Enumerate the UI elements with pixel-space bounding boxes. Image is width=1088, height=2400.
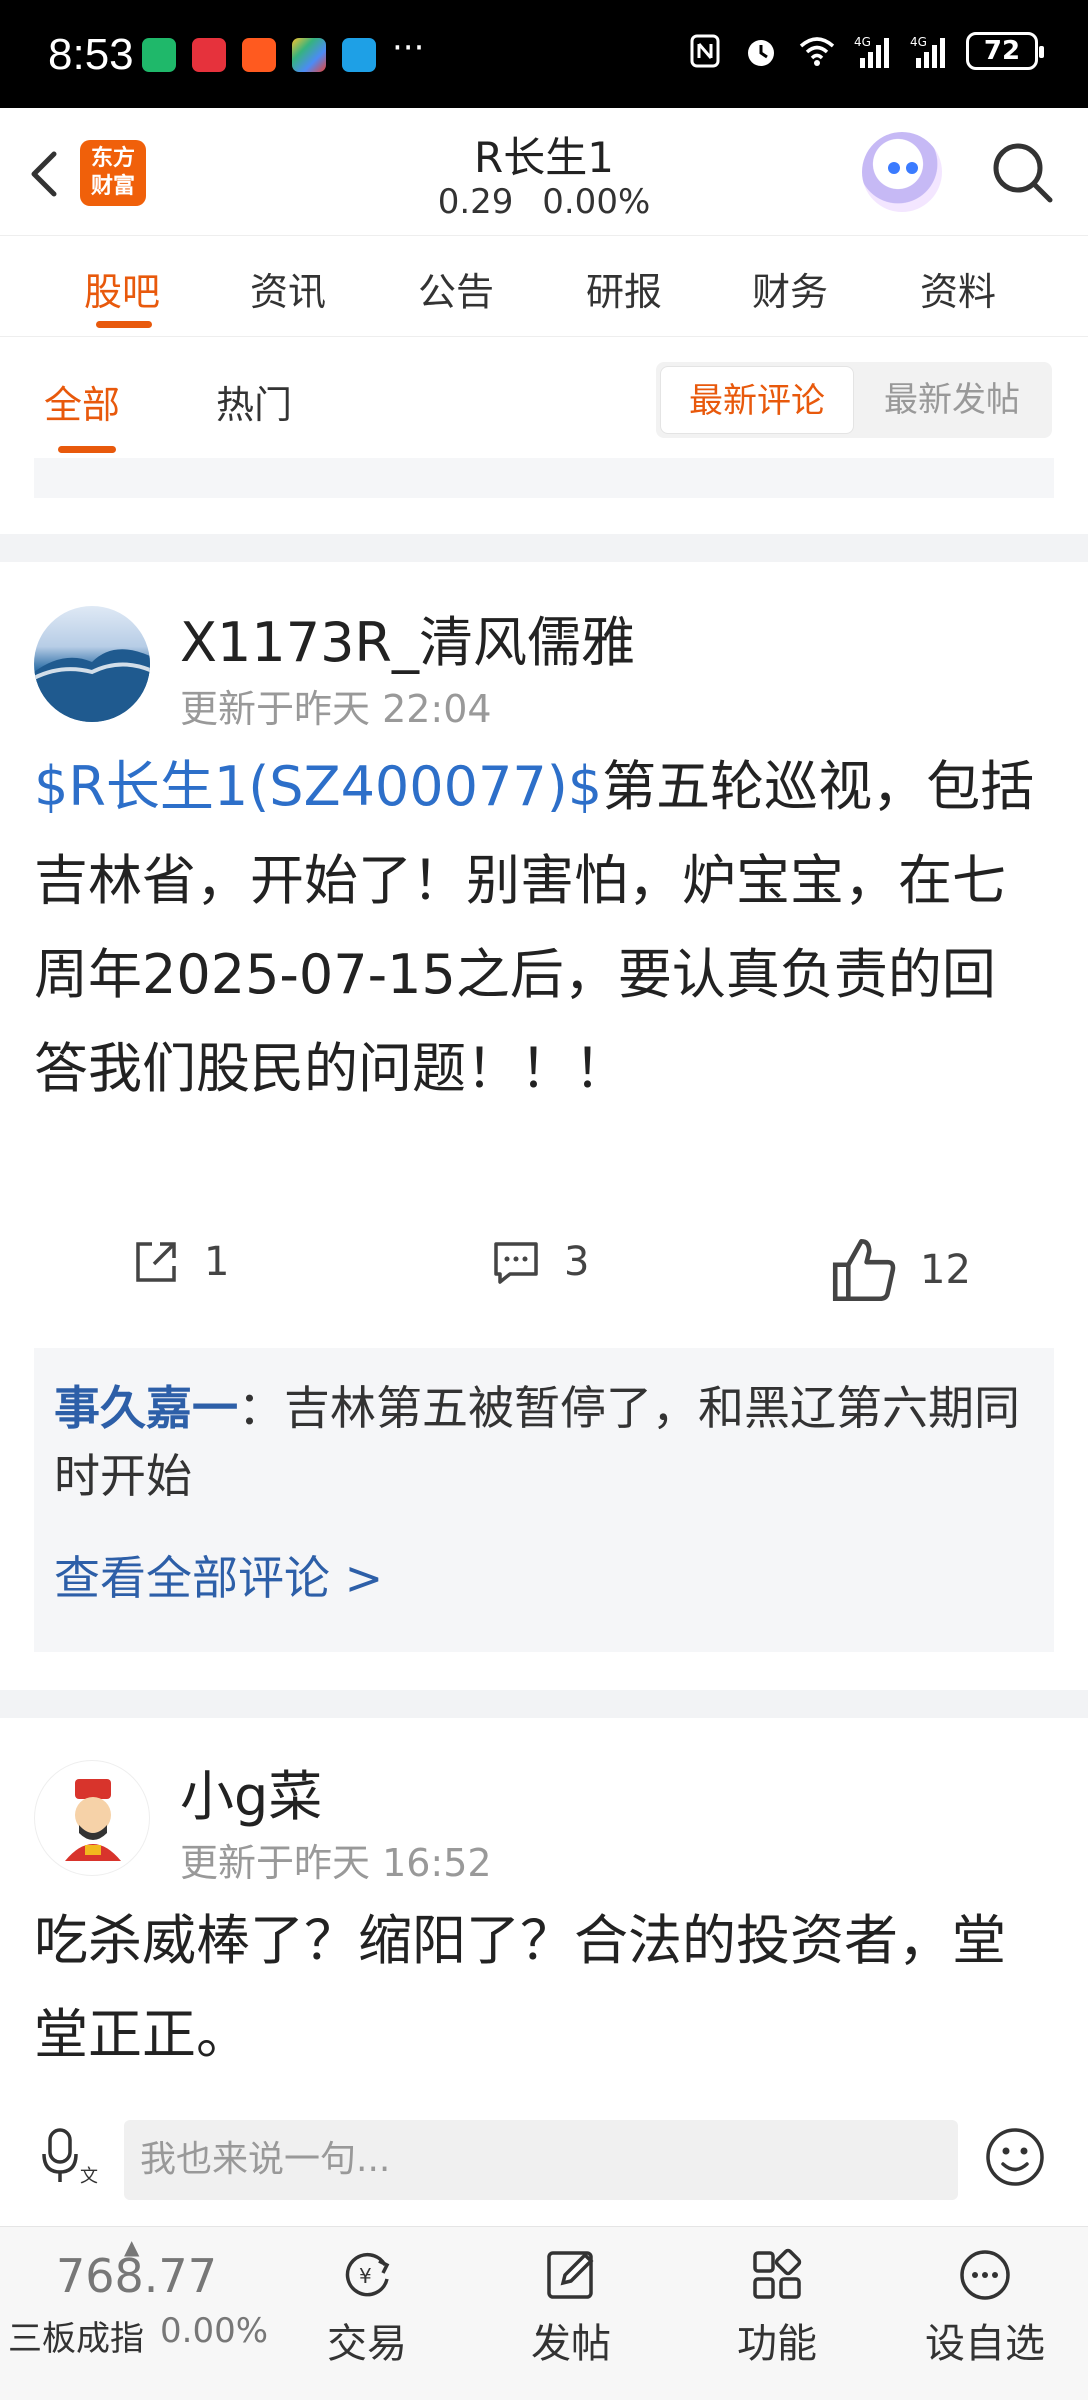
nfc-icon — [690, 34, 720, 68]
fortune-god-image — [65, 1779, 121, 1861]
like-button[interactable]: 12 — [830, 1236, 971, 1304]
svg-text:¥: ¥ — [359, 2264, 372, 2288]
compose-icon — [547, 2251, 594, 2299]
nav-add-watchlist[interactable]: 设自选 — [910, 2247, 1060, 2369]
nav-functions-label: 功能 — [737, 2321, 817, 2367]
thumbs-up-icon — [832, 1238, 896, 1302]
tab-profile[interactable]: 资料 — [920, 261, 996, 316]
active-tab-indicator — [96, 321, 152, 328]
section-tabs: 股吧 资讯 公告 研报 财务 资料 — [0, 237, 1088, 337]
nav-post[interactable]: 发帖 — [496, 2247, 646, 2369]
trade-icon: ¥ — [345, 2252, 390, 2297]
svg-text:4G: 4G — [910, 35, 927, 49]
tab-finance[interactable]: 财务 — [752, 261, 828, 316]
post-time: 更新于昨天 16:52 — [180, 1841, 492, 1885]
index-name[interactable]: 三板成指 — [8, 2311, 144, 2360]
alarm-icon — [748, 40, 774, 66]
search-icon[interactable] — [988, 138, 1058, 208]
comment-icon — [494, 1242, 538, 1284]
tab-research[interactable]: 研报 — [586, 261, 662, 316]
share-button[interactable]: 1 — [130, 1236, 229, 1288]
post-content[interactable]: $R长生1(SZ400077)$第五轮巡视，包括吉林省，开始了！别害怕，炉宝宝，… — [34, 740, 1044, 1116]
wave-image — [34, 649, 150, 722]
status-bar: 8:53 ··· 4G 4G 72 — [0, 0, 1088, 108]
emoji-icon[interactable] — [984, 2126, 1046, 2188]
share-count: 1 — [204, 1239, 230, 1285]
status-indicators: 4G 4G 72 — [686, 32, 1044, 70]
voice-input-icon[interactable]: 文 — [42, 2126, 100, 2186]
comment-button[interactable]: 3 — [490, 1236, 589, 1288]
stock-tag-link[interactable]: $R长生1(SZ400077)$ — [34, 755, 602, 818]
status-time: 8:53 — [48, 30, 134, 79]
top-comment-box[interactable]: 事久嘉一：吉林第五被暂停了，和黑辽第六期同时开始 查看全部评论 > — [34, 1348, 1054, 1652]
tab-announcements[interactable]: 公告 — [418, 261, 494, 316]
comment-count: 3 — [564, 1239, 590, 1285]
battery-indicator: 72 — [966, 32, 1044, 70]
avatar[interactable] — [34, 1760, 150, 1876]
nav-post-label: 发帖 — [531, 2321, 611, 2367]
previous-post-remnant — [34, 458, 1054, 498]
subtab-hot[interactable]: 热门 — [216, 374, 292, 429]
share-icon — [136, 1242, 176, 1282]
comment-author[interactable]: 事久嘉一 — [54, 1381, 238, 1435]
view-all-comments-link[interactable]: 查看全部评论 > — [54, 1542, 383, 1608]
post-actions: 1 3 12 — [0, 1236, 1088, 1316]
more-notifications-icon: ··· — [392, 28, 425, 68]
post-content[interactable]: 吃杀威棒了？缩阳了？合法的投资者，堂堂正正。 — [34, 1894, 1044, 2082]
nav-functions[interactable]: 功能 — [702, 2247, 852, 2369]
comment-input[interactable]: 我也来说一句... — [124, 2120, 958, 2200]
divider — [0, 534, 1088, 562]
svg-text:4G: 4G — [854, 35, 871, 49]
tab-guba[interactable]: 股吧 — [84, 261, 160, 316]
comment-input-bar: 文 我也来说一句... — [0, 2094, 1088, 2226]
signal-4g-icon-2: 4G — [910, 35, 945, 68]
bottom-navigation: ▲ 768.77 三板成指 0.00% ¥ 交易 发帖 功能 设自选 — [0, 2226, 1088, 2400]
sort-latest-post-button[interactable]: 最新发帖 — [856, 366, 1048, 434]
wifi-icon — [799, 37, 835, 66]
index-change: 0.00% — [160, 2311, 269, 2351]
huawei-app-icon — [192, 38, 226, 72]
robot-eye-right — [906, 162, 918, 174]
avatar[interactable] — [34, 606, 150, 722]
stock-header: 东方 财富 R长生1 0.29 0.00% — [0, 108, 1088, 236]
browser-app-icon — [342, 38, 376, 72]
top-comment: 事久嘉一：吉林第五被暂停了，和黑辽第六期同时开始 — [54, 1374, 1034, 1510]
active-subtab-indicator — [58, 446, 116, 453]
post-time: 更新于昨天 22:04 — [180, 687, 492, 731]
filter-tabs: 全部 热门 最新评论 最新发帖 — [0, 338, 1088, 458]
index-value[interactable]: 768.77 — [56, 2249, 217, 2303]
tab-news[interactable]: 资讯 — [250, 261, 326, 316]
grid-icon — [753, 2248, 802, 2299]
post-author[interactable]: 小g菜 — [180, 1752, 322, 1831]
robot-assistant-icon[interactable] — [862, 132, 942, 212]
more-circle-icon — [960, 2250, 1010, 2300]
svg-text:文: 文 — [80, 2166, 98, 2186]
taobao-app-icon — [242, 38, 276, 72]
nav-trade-label: 交易 — [327, 2321, 407, 2367]
nav-add-watchlist-label: 设自选 — [925, 2321, 1045, 2367]
timer-app-icon — [142, 38, 176, 72]
divider — [0, 1690, 1088, 1718]
signal-4g-icon: 4G — [854, 35, 889, 68]
like-count: 12 — [920, 1247, 971, 1293]
nav-trade[interactable]: ¥ 交易 — [292, 2247, 442, 2369]
sort-latest-comment-button[interactable]: 最新评论 — [660, 366, 854, 434]
sort-toggle: 最新评论 最新发帖 — [656, 362, 1052, 438]
notification-icons — [142, 38, 376, 72]
colorful-app-icon — [292, 38, 326, 72]
post-author[interactable]: X1173R_清风儒雅 — [180, 598, 635, 677]
subtab-all[interactable]: 全部 — [44, 374, 120, 429]
robot-eye-left — [888, 162, 900, 174]
